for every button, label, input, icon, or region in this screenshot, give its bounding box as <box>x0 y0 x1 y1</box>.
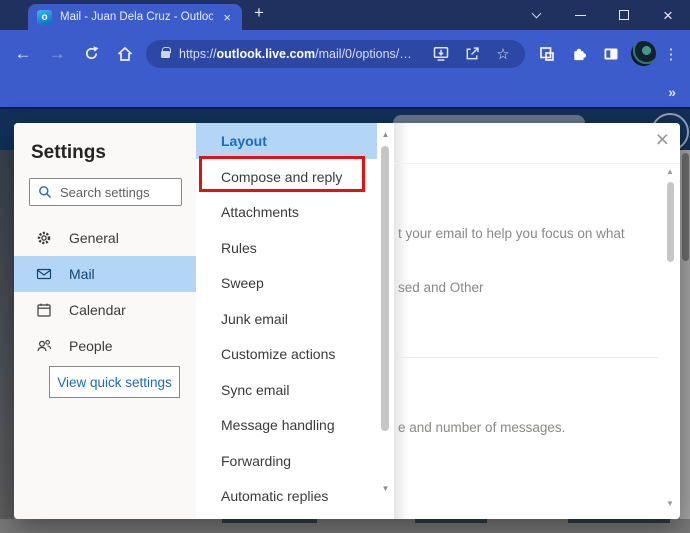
tab-close-icon[interactable]: × <box>221 10 233 25</box>
download-screen-icon <box>432 45 450 63</box>
content-text-fragment: e and number of messages. <box>398 420 565 435</box>
reload-button[interactable] <box>74 37 108 71</box>
menu-item-junk-email[interactable]: Junk email <box>196 301 377 337</box>
back-button[interactable]: ← <box>6 37 40 71</box>
url-domain: outlook.live.com <box>217 47 316 61</box>
window-controls: × <box>514 0 690 30</box>
window-close-button[interactable]: × <box>646 0 690 30</box>
url-path: /mail/0/options/… <box>315 47 412 61</box>
menu-item-sweep[interactable]: Sweep <box>196 266 377 302</box>
chevron-down-icon <box>531 9 541 19</box>
bookmarks-overflow-button[interactable]: » <box>668 84 676 100</box>
window-maximize-button[interactable] <box>602 0 646 30</box>
minimize-icon <box>575 15 586 16</box>
scroll-down-icon[interactable]: ▼ <box>663 499 677 508</box>
side-panel-button[interactable] <box>595 37 627 71</box>
gear-icon <box>36 230 52 246</box>
capture-icon <box>538 45 556 63</box>
browser-titlebar: o Mail - Juan Dela Cruz - Outlook × + × <box>0 0 690 30</box>
dimmed-page-bottom-strip <box>0 519 690 533</box>
content-header-divider <box>394 163 680 164</box>
sidebar-item-people[interactable]: People <box>14 328 196 364</box>
menu-item-forwarding[interactable]: Forwarding <box>196 443 377 479</box>
sidebar-item-calendar[interactable]: Calendar <box>14 292 196 328</box>
address-bar[interactable]: https://outlook.live.com/mail/0/options/… <box>146 40 525 68</box>
browser-profile-avatar[interactable] <box>631 41 656 66</box>
settings-search-input[interactable] <box>60 185 173 200</box>
settings-panel-title: Settings <box>31 142 196 164</box>
menu-item-sync-email[interactable]: Sync email <box>196 372 377 408</box>
extensions-button[interactable] <box>563 37 595 71</box>
window-chevron-button[interactable] <box>514 0 558 30</box>
window-minimize-button[interactable] <box>558 0 602 30</box>
menu-item-customize-actions[interactable]: Customize actions <box>196 337 377 373</box>
forward-button[interactable]: → <box>40 37 74 71</box>
share-button[interactable] <box>463 45 481 63</box>
maximize-icon <box>619 10 629 20</box>
menu-scrollbar-thumb[interactable] <box>381 146 389 431</box>
view-quick-settings-button[interactable]: View quick settings <box>49 366 180 398</box>
sidebar-item-mail[interactable]: Mail <box>14 256 196 292</box>
sidebar-item-general[interactable]: General <box>14 220 196 256</box>
bookmarks-bar: » <box>0 77 690 107</box>
content-divider <box>398 357 658 358</box>
search-icon <box>38 185 52 199</box>
menu-item-automatic-replies[interactable]: Automatic replies <box>196 479 377 515</box>
outlook-favicon-icon: o <box>37 10 52 25</box>
menu-item-attachments[interactable]: Attachments <box>196 195 377 231</box>
scroll-up-icon[interactable]: ▲ <box>377 130 394 139</box>
new-tab-button[interactable]: + <box>254 3 264 23</box>
settings-sidebar: Settings General Mail <box>14 123 196 519</box>
sidebar-item-label: General <box>69 230 119 246</box>
settings-nav-list: General Mail Calendar <box>14 220 196 364</box>
sidebar-item-label: People <box>69 338 113 354</box>
scroll-down-icon[interactable]: ▼ <box>377 484 394 493</box>
tab-title: Mail - Juan Dela Cruz - Outlook <box>60 11 213 23</box>
sidebar-item-label: Mail <box>69 266 95 282</box>
calendar-icon <box>36 302 52 318</box>
home-button[interactable] <box>108 37 142 71</box>
content-text-fragment: sed and Other <box>398 280 484 295</box>
settings-search-box[interactable] <box>29 178 182 206</box>
settings-dialog: Settings General Mail <box>14 123 680 519</box>
browser-tab[interactable]: o Mail - Juan Dela Cruz - Outlook × <box>28 4 242 30</box>
menu-item-rules[interactable]: Rules <box>196 230 377 266</box>
browser-toolbar: ← → https://outlook.live.com/mail/0/opti… <box>0 30 690 77</box>
settings-content-pane: × t your email to help you focus on what… <box>394 123 680 519</box>
dimmed-page-scrollbar-thumb <box>682 153 689 261</box>
screenshot-extension-button[interactable] <box>531 37 563 71</box>
dimmed-text-fragment <box>222 519 317 523</box>
content-text-fragment: t your email to help you focus on what <box>398 226 625 241</box>
sidebar-item-label: Calendar <box>69 302 126 318</box>
mail-settings-menu: Layout Compose and reply Attachments Rul… <box>196 123 394 519</box>
home-icon <box>116 45 134 63</box>
mail-icon <box>36 266 52 282</box>
dimmed-page-left-strip <box>0 150 14 519</box>
menu-item-layout[interactable]: Layout <box>196 123 377 159</box>
save-page-button[interactable] <box>432 45 450 63</box>
dimmed-text-fragment <box>415 519 487 523</box>
scroll-up-icon[interactable]: ▲ <box>663 167 677 176</box>
url-text: https://outlook.live.com/mail/0/options/… <box>179 47 412 61</box>
dimmed-text-fragment <box>568 519 670 523</box>
annotation-red-rectangle <box>199 156 365 192</box>
menu-item-message-handling[interactable]: Message handling <box>196 408 377 444</box>
url-scheme: https:// <box>179 47 217 61</box>
puzzle-icon <box>571 45 588 62</box>
browser-menu-button[interactable]: ⋮ <box>660 45 682 63</box>
people-icon <box>36 338 52 354</box>
menu-scrollbar[interactable]: ▲ ▼ <box>377 123 394 519</box>
content-scrollbar-thumb[interactable] <box>667 182 674 262</box>
lock-icon[interactable] <box>161 51 170 58</box>
share-icon <box>464 45 481 62</box>
reload-icon <box>83 45 100 62</box>
content-scrollbar[interactable]: ▲ ▼ <box>663 123 677 519</box>
bookmark-star-button[interactable]: ☆ <box>494 45 512 63</box>
side-panel-icon <box>602 45 620 63</box>
